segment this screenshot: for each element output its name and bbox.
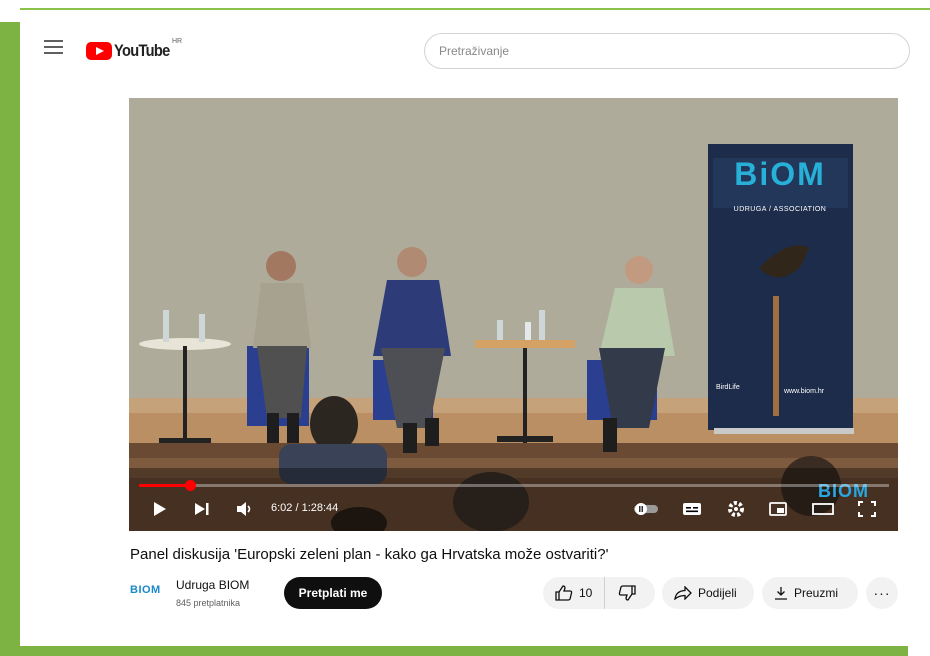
- youtube-play-icon: [86, 42, 112, 60]
- banner-brand: BiOM: [734, 156, 826, 192]
- frame-corner: [908, 640, 930, 656]
- channel-avatar-text: BIOM: [130, 584, 161, 596]
- banner-partner: BirdLife: [716, 384, 740, 391]
- progress-bar[interactable]: [139, 480, 889, 491]
- frame-left-border: [0, 22, 20, 656]
- subscribe-button[interactable]: Pretplati me: [284, 577, 382, 609]
- fullscreen-button[interactable]: [856, 498, 878, 520]
- settings-button[interactable]: [725, 498, 747, 520]
- thumbs-up-icon: [555, 585, 573, 601]
- dislike-button[interactable]: [605, 585, 655, 601]
- mute-button[interactable]: [235, 498, 255, 520]
- time-display: 6:02 / 1:28:44: [271, 502, 339, 514]
- frame-bottom-border: [20, 646, 930, 656]
- search-placeholder: Pretraživanje: [439, 44, 510, 58]
- share-icon: [674, 586, 692, 600]
- progress-fill: [139, 484, 190, 487]
- theater-mode-button[interactable]: [811, 498, 835, 520]
- video-title: Panel diskusija 'Europski zeleni plan - …: [130, 546, 609, 563]
- miniplayer-icon: [769, 502, 787, 516]
- subscriber-count: 845 pretplatnika: [176, 598, 241, 608]
- theater-icon: [812, 503, 834, 515]
- next-icon: [195, 503, 209, 515]
- frame-top-border: [20, 8, 930, 10]
- download-label: Preuzmi: [794, 586, 839, 600]
- banner-subtitle: UDRUGA / ASSOCIATION: [733, 206, 827, 213]
- search-input[interactable]: Pretraživanje: [424, 33, 910, 69]
- subtitles-button[interactable]: [681, 498, 703, 520]
- share-label: Podijeli: [698, 586, 737, 600]
- miniplayer-button[interactable]: [767, 498, 789, 520]
- like-dislike-group: 10: [543, 577, 655, 609]
- banner-url: www.biom.hr: [784, 388, 825, 395]
- autoplay-toggle[interactable]: [631, 498, 661, 520]
- scrubber-handle[interactable]: [185, 480, 196, 491]
- download-icon: [775, 587, 787, 600]
- gear-icon: [728, 501, 744, 517]
- next-button[interactable]: [193, 498, 211, 520]
- thumbs-down-icon: [618, 585, 636, 601]
- download-button[interactable]: Preuzmi: [762, 577, 858, 609]
- play-icon: [154, 502, 166, 516]
- share-button[interactable]: Podijeli: [662, 577, 754, 609]
- menu-icon[interactable]: [44, 40, 63, 54]
- more-actions-button[interactable]: ···: [866, 577, 898, 609]
- volume-icon: [237, 502, 251, 516]
- fullscreen-icon: [858, 501, 876, 517]
- channel-name[interactable]: Udruga BIOM: [176, 578, 249, 592]
- video-player[interactable]: BiOM UDRUGA / ASSOCIATION BirdLife www.b…: [129, 98, 898, 531]
- like-count: 10: [579, 586, 593, 600]
- more-icon: ···: [873, 585, 891, 601]
- youtube-logo[interactable]: YouTube: [86, 40, 179, 62]
- region-code: HR: [172, 38, 183, 45]
- logo-text: YouTube: [114, 41, 170, 60]
- captions-icon: [683, 503, 701, 515]
- channel-avatar[interactable]: BIOM: [130, 584, 168, 600]
- autoplay-toggle-icon: [634, 503, 658, 515]
- play-button[interactable]: [151, 498, 169, 520]
- like-button[interactable]: 10: [543, 577, 605, 609]
